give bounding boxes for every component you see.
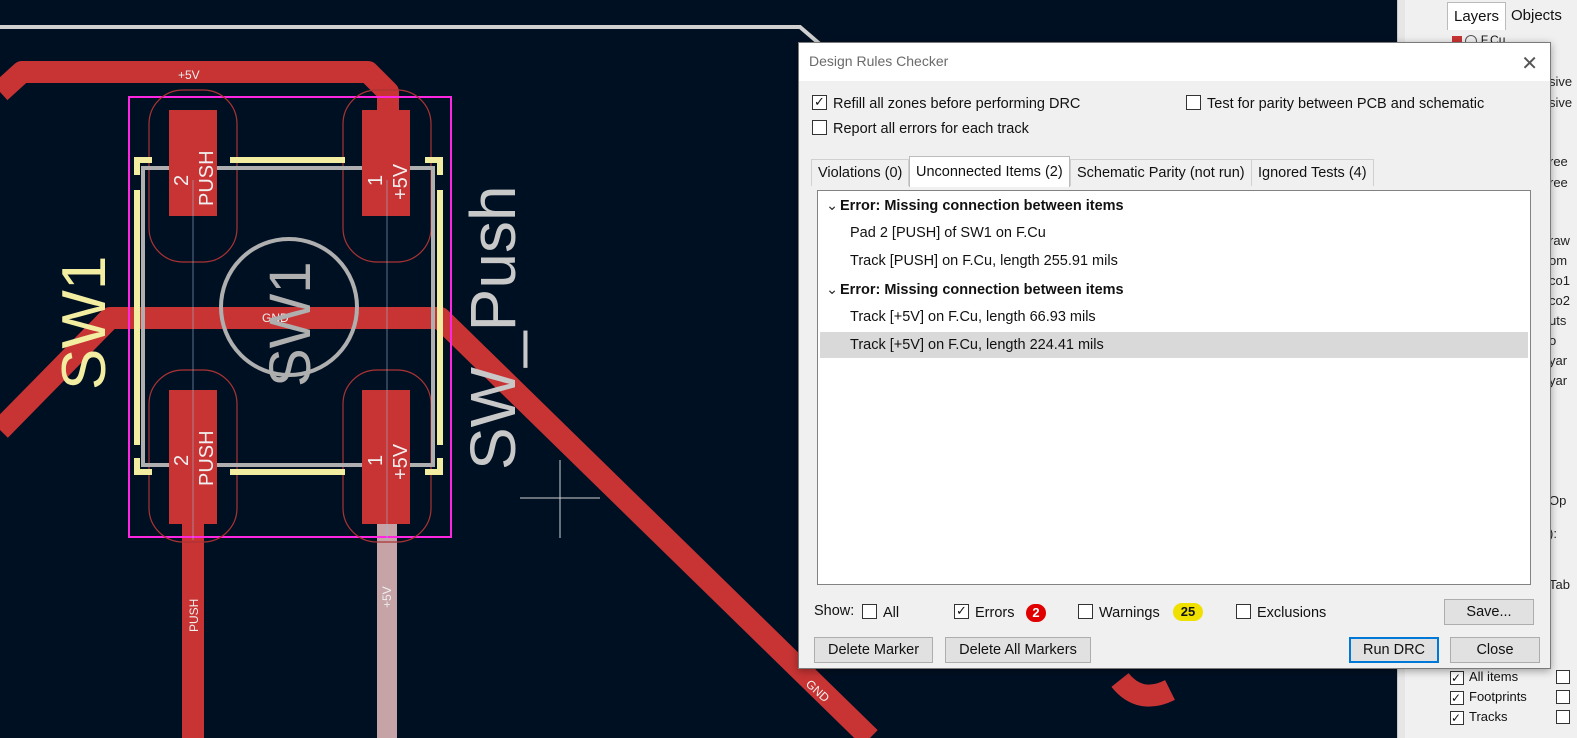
drc-dialog: Design Rules Checker ✕ Refill all zones …: [798, 42, 1551, 669]
panel-text: co1: [1549, 273, 1570, 288]
show-label: Show:: [814, 603, 855, 619]
checkbox[interactable]: [1236, 604, 1251, 619]
refdes-label: SW1: [50, 256, 119, 390]
delete-all-markers-button[interactable]: Delete All Markers: [945, 637, 1091, 663]
tab-layers[interactable]: Layers: [1447, 2, 1507, 30]
close-button[interactable]: Close: [1450, 637, 1540, 663]
checkbox[interactable]: [1450, 669, 1464, 687]
error-group-header[interactable]: ⌄ Error: Missing connection between items: [826, 279, 1124, 301]
checkbox[interactable]: [1078, 604, 1093, 619]
track-net-label: PUSH: [187, 599, 201, 632]
checkbox-label: Report all errors for each track: [833, 121, 1029, 137]
error-group-header[interactable]: ⌄ Error: Missing connection between items: [826, 195, 1124, 217]
chevron-down-icon[interactable]: ⌄: [826, 279, 840, 301]
track-net-label: +5V: [178, 68, 200, 82]
checkbox-label: Warnings: [1099, 605, 1160, 621]
list-item[interactable]: Track [PUSH] on F.Cu, length 255.91 mils: [820, 248, 1528, 274]
tab-objects[interactable]: Objects: [1505, 2, 1568, 29]
pad-net-label: +5V: [390, 163, 412, 200]
checkbox-label: Refill all zones before performing DRC: [833, 96, 1081, 112]
show-errors-checkbox[interactable]: Errors: [954, 601, 1015, 623]
list-item[interactable]: Pad 2 [PUSH] of SW1 on F.Cu: [820, 220, 1528, 246]
track-fragment: [1111, 672, 1175, 707]
tab-schematic-parity[interactable]: Schematic Parity (not run): [1070, 159, 1252, 186]
panel-text: Tab: [1549, 577, 1570, 592]
report-all-errors-checkbox[interactable]: Report all errors for each track: [812, 119, 1029, 139]
pad-net-label: PUSH: [196, 150, 218, 206]
visibility-label: Tracks: [1469, 709, 1508, 724]
refill-zones-checkbox[interactable]: Refill all zones before performing DRC: [812, 92, 1081, 114]
checkbox[interactable]: [1450, 689, 1464, 707]
checkbox[interactable]: [812, 120, 827, 135]
track-net-label: +5V: [380, 586, 394, 608]
violations-list[interactable]: ⌄ Error: Missing connection between items…: [817, 190, 1531, 585]
visibility-tracks[interactable]: Tracks: [1450, 708, 1508, 727]
dialog-title: Design Rules Checker: [809, 53, 949, 69]
panel-text: sive: [1549, 95, 1573, 110]
error-group-title: Error: Missing connection between items: [840, 282, 1124, 298]
checkbox[interactable]: [1186, 95, 1201, 110]
pad-number-label: 1: [365, 455, 387, 466]
errors-count-badge: 2: [1026, 604, 1046, 622]
pad-net-label: PUSH: [196, 430, 218, 486]
checkbox-label: All: [883, 605, 900, 621]
visibility-label: All items: [1469, 669, 1519, 684]
fab-ref-label: SW1: [258, 261, 323, 387]
checkbox-label: Errors: [975, 605, 1015, 621]
panel-text: sive: [1549, 74, 1573, 89]
chevron-down-icon[interactable]: ⌄: [826, 195, 840, 217]
panel-text: yar: [1549, 373, 1568, 388]
dialog-titlebar[interactable]: Design Rules Checker ✕: [799, 43, 1550, 81]
panel-text: om: [1549, 253, 1568, 268]
error-group-title: Error: Missing connection between items: [840, 198, 1124, 214]
panel-text: Op: [1549, 493, 1567, 508]
panel-text: ree: [1549, 175, 1568, 190]
show-exclusions-checkbox[interactable]: Exclusions: [1236, 603, 1326, 623]
value-label: SW_Push: [457, 185, 529, 470]
save-button[interactable]: Save...: [1444, 599, 1534, 625]
tab-ignored-tests[interactable]: Ignored Tests (4): [1251, 159, 1374, 186]
show-all-checkbox[interactable]: All: [862, 603, 899, 623]
checkbox[interactable]: [954, 601, 969, 621]
panel-text: co2: [1549, 293, 1570, 308]
panel-text: yar: [1549, 353, 1568, 368]
checkbox[interactable]: [1556, 710, 1570, 724]
pad-number-label: 2: [171, 175, 193, 186]
run-drc-button[interactable]: Run DRC: [1349, 637, 1439, 663]
visibility-label: Footprints: [1469, 689, 1527, 704]
warnings-count-badge: 25: [1173, 603, 1203, 621]
parity-checkbox[interactable]: Test for parity between PCB and schemati…: [1186, 94, 1484, 114]
panel-text: raw: [1549, 233, 1570, 248]
list-item[interactable]: Track [+5V] on F.Cu, length 66.93 mils: [820, 304, 1528, 330]
show-warnings-checkbox[interactable]: Warnings: [1078, 603, 1160, 623]
visibility-all-items[interactable]: All items: [1450, 668, 1519, 687]
checkbox[interactable]: [1450, 709, 1464, 727]
checkbox[interactable]: [812, 92, 827, 112]
pad-number-label: 1: [365, 175, 387, 186]
delete-marker-button[interactable]: Delete Marker: [814, 637, 933, 663]
list-item-selected[interactable]: Track [+5V] on F.Cu, length 224.41 mils: [820, 332, 1528, 358]
checkbox-label: Exclusions: [1257, 605, 1327, 621]
close-icon[interactable]: ✕: [1521, 51, 1538, 76]
tab-unconnected-items[interactable]: Unconnected Items (2): [909, 156, 1070, 187]
visibility-footprints[interactable]: Footprints: [1450, 688, 1527, 707]
panel-text: uts: [1549, 313, 1567, 328]
checkbox[interactable]: [1556, 690, 1570, 704]
checkbox[interactable]: [1556, 670, 1570, 684]
panel-text: ree: [1549, 154, 1568, 169]
checkbox[interactable]: [862, 604, 877, 619]
checkbox-label: Test for parity between PCB and schemati…: [1207, 96, 1485, 112]
pad-number-label: 2: [171, 455, 193, 466]
pad-net-label: +5V: [390, 443, 412, 480]
tab-violations[interactable]: Violations (0): [811, 159, 910, 186]
